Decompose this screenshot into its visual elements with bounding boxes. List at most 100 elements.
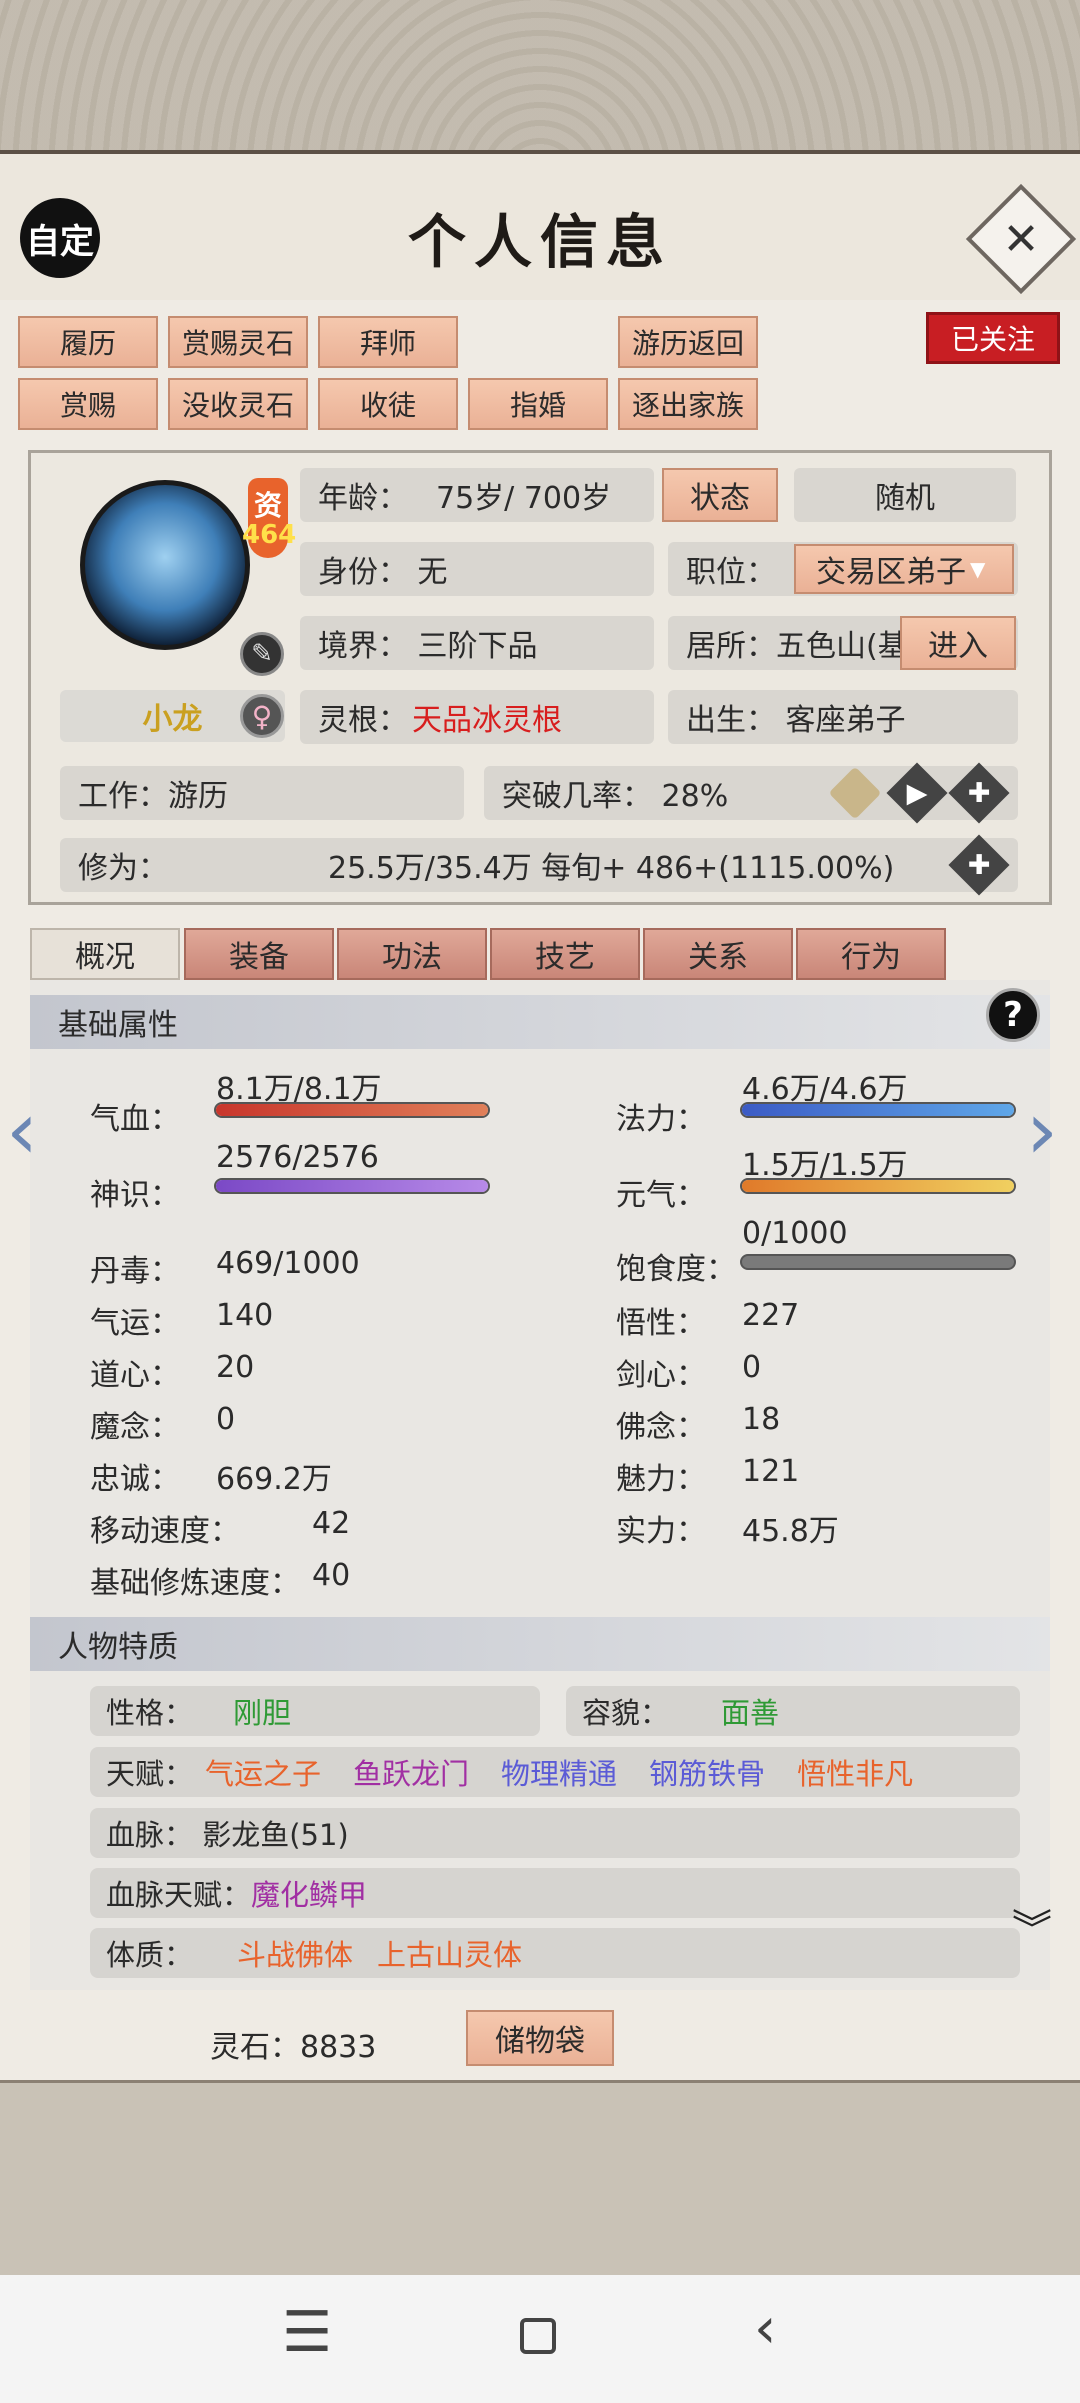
- spirit-root-value: 天品冰灵根: [412, 703, 562, 738]
- satiety-value: 0/1000: [742, 1216, 848, 1251]
- cultivation-value: 25.5万/35.4万 每旬+ 486+(1115.00%): [328, 851, 895, 886]
- identity-field: 身份： 无: [300, 542, 654, 596]
- appearance-label: 容貌：: [582, 1696, 670, 1730]
- tab-behavior[interactable]: 行为: [796, 928, 946, 980]
- stat-value: 0: [216, 1402, 236, 1437]
- avatar[interactable]: [80, 480, 250, 650]
- personality-label: 性格：: [106, 1696, 194, 1730]
- stat-value: 0: [742, 1350, 762, 1385]
- expand-down-icon[interactable]: ︾: [1012, 1910, 1052, 1950]
- talent-item[interactable]: 悟性非凡: [797, 1751, 913, 1793]
- apprentice-button[interactable]: 拜师: [318, 316, 458, 368]
- work-field: 工作：游历: [60, 766, 464, 820]
- menu-icon[interactable]: ☰: [282, 2300, 332, 2365]
- take-disciple-button[interactable]: 收徒: [318, 378, 458, 430]
- stat-label: 佛念：: [616, 1410, 706, 1445]
- history-button[interactable]: 履历: [18, 316, 158, 368]
- stat-label: 丹毒：: [90, 1254, 180, 1289]
- stat-value: 669.2万: [216, 1462, 332, 1497]
- stat-value: 45.8万: [742, 1514, 839, 1549]
- position-label: 职位：: [686, 555, 776, 590]
- physique-label: 体质：: [106, 1938, 194, 1972]
- back-icon[interactable]: ‹: [754, 2296, 776, 2361]
- tab-arts[interactable]: 技艺: [490, 928, 640, 980]
- bloodline-talent-field: 血脉天赋： 魔化鳞甲: [90, 1868, 1020, 1918]
- age-value: 75岁/ 700岁: [436, 481, 612, 516]
- tab-equipment[interactable]: 装备: [184, 928, 334, 980]
- vitality-bar: [740, 1178, 1016, 1194]
- cultivation-label: 修为：: [78, 851, 168, 886]
- talent-item[interactable]: 物理精通: [501, 1751, 617, 1793]
- hp-bar: [214, 1102, 490, 1118]
- bloodline-talent-label: 血脉天赋：: [106, 1878, 252, 1912]
- talent-item[interactable]: 鱼跃龙门: [353, 1751, 469, 1793]
- stat-label: 忠诚：: [90, 1462, 180, 1497]
- stat-label: 悟性：: [616, 1306, 706, 1341]
- stat-value: 40: [312, 1558, 351, 1593]
- appearance-field: 容貌： 面善: [566, 1686, 1020, 1736]
- spirit-sense-value: 2576/2576: [216, 1140, 379, 1175]
- stat-value: 140: [216, 1298, 274, 1333]
- dropdown-arrow-icon: ▼: [970, 557, 986, 581]
- tab-overview[interactable]: 概况: [30, 928, 180, 980]
- female-icon: ♀: [240, 694, 284, 738]
- spirit-sense-bar: [214, 1178, 490, 1194]
- storage-bag-button[interactable]: 储物袋: [466, 2010, 614, 2066]
- stat-label: 剑心：: [616, 1358, 706, 1393]
- spirit-root-field: 灵根： 天品冰灵根: [300, 690, 654, 744]
- stat-value: 121: [742, 1454, 800, 1489]
- top-decoration: [0, 0, 1080, 150]
- stat-value: 20: [216, 1350, 255, 1385]
- help-icon[interactable]: ?: [986, 988, 1040, 1042]
- mana-label: 法力：: [616, 1102, 706, 1137]
- section-basic-attributes: 基础属性: [30, 995, 1050, 1049]
- talent-label: 天赋：: [106, 1757, 194, 1791]
- personality-field: 性格： 刚胆: [90, 1686, 540, 1736]
- talent-item[interactable]: 气运之子: [205, 1751, 321, 1793]
- stat-label: 气运：: [90, 1306, 180, 1341]
- mana-bar: [740, 1102, 1016, 1118]
- random-button[interactable]: 随机: [794, 468, 1016, 522]
- tab-skills[interactable]: 功法: [337, 928, 487, 980]
- enter-button[interactable]: 进入: [900, 616, 1016, 670]
- arrange-marriage-button[interactable]: 指婚: [468, 378, 608, 430]
- stat-label: 魔念：: [90, 1410, 180, 1445]
- talent-list: 气运之子 鱼跃龙门 物理精通 钢筋铁骨 悟性非凡: [205, 1751, 913, 1793]
- physique-value: 上古山灵体: [377, 1938, 523, 1972]
- talent-field: 天赋： 气运之子 鱼跃龙门 物理精通 钢筋铁骨 悟性非凡: [90, 1747, 1020, 1797]
- return-travel-button[interactable]: 游历返回: [618, 316, 758, 368]
- tab-relations[interactable]: 关系: [643, 928, 793, 980]
- stat-label: 移动速度：: [90, 1514, 240, 1549]
- stat-label: 道心：: [90, 1358, 180, 1393]
- satiety-bar: [740, 1254, 1016, 1270]
- hp-label: 气血：: [90, 1102, 180, 1137]
- edit-icon[interactable]: ✎: [240, 632, 284, 676]
- page-title: 个人信息: [407, 208, 672, 276]
- bloodline-field: 血脉： 影龙鱼(51): [90, 1808, 1020, 1858]
- section-traits: 人物特质: [30, 1617, 1050, 1671]
- stat-value: 469/1000: [216, 1246, 360, 1281]
- physique-value: 斗战佛体: [237, 1938, 354, 1972]
- satiety-label: 饱食度：: [616, 1252, 736, 1287]
- home-icon[interactable]: [520, 2318, 556, 2354]
- close-icon[interactable]: ✕: [982, 200, 1060, 278]
- age-label: 年龄：: [318, 481, 408, 516]
- physique-field: 体质： 斗战佛体 上古山灵体: [90, 1928, 1020, 1978]
- previous-arrow-icon[interactable]: ‹: [6, 1084, 38, 1177]
- confiscate-stones-button[interactable]: 没收灵石: [168, 378, 308, 430]
- bottom-decoration: [0, 2080, 1080, 2275]
- spirit-stones-count: 灵石：8833: [210, 2030, 377, 2065]
- stat-value: 42: [312, 1506, 351, 1541]
- cultivation-field: 修为： 25.5万/35.4万 每旬+ 486+(1115.00%): [60, 838, 1018, 892]
- expel-button[interactable]: 逐出家族: [618, 378, 758, 430]
- followed-badge[interactable]: 已关注: [926, 312, 1060, 364]
- stat-value: 227: [742, 1298, 800, 1333]
- vitality-label: 元气：: [616, 1178, 706, 1213]
- spirit-root-label: 灵根：: [318, 703, 408, 738]
- status-button[interactable]: 状态: [662, 468, 778, 522]
- next-arrow-icon[interactable]: ›: [1026, 1084, 1058, 1177]
- reward-stones-button[interactable]: 赏赐灵石: [168, 316, 308, 368]
- talent-item[interactable]: 钢筋铁骨: [649, 1751, 765, 1793]
- reward-button[interactable]: 赏赐: [18, 378, 158, 430]
- position-dropdown[interactable]: 交易区弟子 ▼: [794, 544, 1014, 594]
